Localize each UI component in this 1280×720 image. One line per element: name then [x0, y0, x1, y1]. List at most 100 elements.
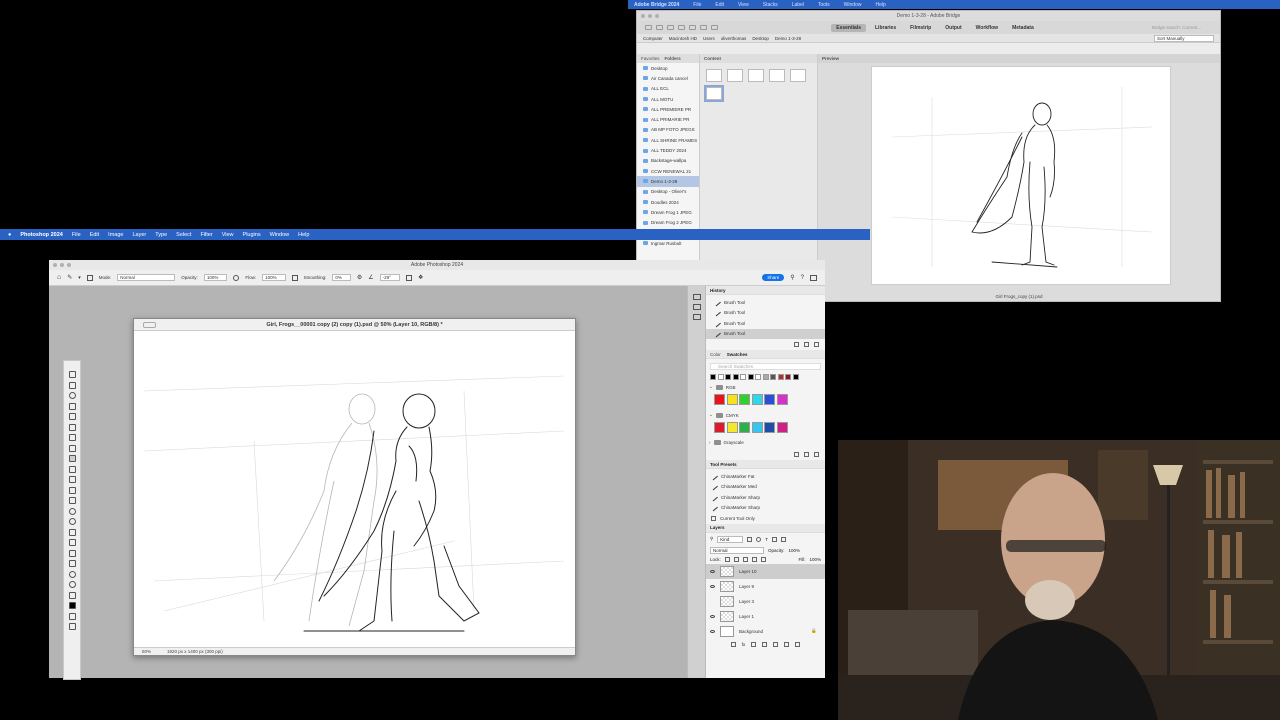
healing-tool-icon[interactable] [68, 444, 76, 452]
symmetry-icon[interactable]: ❖ [418, 274, 423, 281]
lock-position-icon[interactable] [742, 556, 748, 562]
breadcrumb-item[interactable]: Macintosh HD [669, 36, 697, 41]
canvas[interactable] [134, 331, 575, 647]
folder-item[interactable]: ALL ECL [637, 84, 699, 94]
workspace-output[interactable]: Output [940, 24, 966, 32]
blur-tool-icon[interactable] [68, 507, 76, 515]
search-icon[interactable]: ⚲ [790, 274, 794, 281]
swatch[interactable] [726, 422, 738, 433]
preview-image[interactable] [871, 66, 1171, 285]
menu-filter[interactable]: Filter [200, 232, 212, 238]
zoom-tool-icon[interactable] [68, 581, 76, 588]
swatch[interactable] [751, 394, 763, 405]
menu-help[interactable]: Help [298, 232, 309, 238]
pressure-size-icon[interactable] [405, 274, 412, 281]
filter-shape-icon[interactable] [772, 536, 778, 542]
lock-artboard-icon[interactable] [751, 556, 757, 562]
frame-tool-icon[interactable] [68, 423, 76, 431]
dodge-tool-icon[interactable] [68, 518, 76, 525]
swatch[interactable] [776, 422, 788, 433]
folder-item[interactable]: ALL PRIMARIE PR [637, 114, 699, 124]
swatch[interactable] [739, 394, 750, 405]
new-layer-icon[interactable] [784, 641, 790, 647]
forward-icon[interactable] [656, 25, 663, 30]
tab-content[interactable]: Content [704, 56, 721, 61]
trash-icon[interactable] [814, 452, 819, 457]
swatch[interactable] [785, 374, 791, 380]
bridge-menu-window[interactable]: Window [844, 2, 862, 8]
adjustment-layer-icon[interactable] [762, 641, 768, 647]
tab-swatches[interactable]: Swatches [727, 352, 748, 357]
edit-toolbar-icon[interactable] [68, 591, 76, 599]
breadcrumb-item[interactable]: Demo 1-3-28 [775, 36, 801, 41]
mode-dropdown[interactable]: Normal [117, 274, 176, 281]
window-controls[interactable] [641, 14, 659, 18]
trash-icon[interactable] [814, 342, 819, 347]
tool-preset-item[interactable]: ChinaMarker Med [706, 482, 825, 493]
tab-tool-presets[interactable]: Tool Presets [710, 462, 737, 467]
swatch[interactable] [764, 422, 775, 433]
tab-favorites[interactable]: Favorites [641, 56, 660, 61]
recent-icon[interactable] [667, 25, 674, 30]
breadcrumb-item[interactable]: Users [703, 36, 715, 41]
workspace-icon[interactable] [810, 274, 817, 281]
filter-pixel-icon[interactable] [747, 536, 753, 542]
document-info[interactable]: 1920 px x 1400 px (300 ppi) [167, 649, 223, 654]
folder-item[interactable]: CCW RENEWAL 21 [637, 166, 699, 176]
swatch[interactable] [717, 374, 724, 380]
layer-row[interactable]: Layer 9 [706, 579, 825, 594]
workspace-metadata[interactable]: Metadata [1007, 24, 1039, 32]
tab-layers[interactable]: Layers [710, 525, 725, 530]
swatch[interactable] [714, 394, 725, 405]
layer-row[interactable]: Layer 3 [706, 594, 825, 609]
menu-view[interactable]: View [222, 232, 234, 238]
content-thumbnail[interactable] [748, 69, 764, 82]
document-tab[interactable]: Girl, Frogs__00001 copy (2) copy (1).psd… [134, 319, 575, 331]
rotate-left-icon[interactable] [700, 25, 707, 30]
link-layers-icon[interactable] [730, 641, 736, 647]
bridge-menu-view[interactable]: View [738, 2, 749, 8]
tab-preview[interactable]: Preview [822, 56, 839, 61]
zoom-level[interactable]: 50% [142, 649, 151, 654]
opacity-field[interactable]: 100% [203, 274, 228, 281]
history-item[interactable]: Brush Tool [706, 308, 825, 319]
folder-item[interactable]: Dream Frog 1 JPEG [637, 207, 699, 217]
window-controls[interactable] [53, 263, 71, 267]
folder-item[interactable]: Doodles 2024 [637, 197, 699, 207]
menu-image[interactable]: Image [108, 232, 123, 238]
hand-tool-icon[interactable] [68, 570, 76, 578]
visibility-eye-icon[interactable] [710, 584, 715, 588]
bridge-menu-edit[interactable]: Edit [715, 2, 724, 8]
menu-select[interactable]: Select [176, 232, 191, 238]
swatch[interactable] [739, 422, 750, 433]
gradient-tool-icon[interactable] [68, 497, 76, 504]
airbrush-icon[interactable] [291, 274, 298, 281]
camera-icon[interactable] [678, 25, 685, 30]
brush-tool-icon[interactable]: ✎ [67, 274, 72, 281]
folder-item[interactable]: ALL TEDDY 2024 [637, 145, 699, 155]
breadcrumb-item[interactable]: Computer [643, 36, 663, 41]
swatch[interactable] [777, 374, 784, 380]
workspace-filmstrip[interactable]: Filmstrip [905, 24, 936, 32]
filter-type-icon[interactable]: T [765, 537, 768, 542]
menu-plugins[interactable]: Plugins [243, 232, 261, 238]
bridge-search-input[interactable]: Bridge search: Current... [1152, 25, 1212, 30]
swatch-group-rgb[interactable]: ⌄ RGB [706, 380, 825, 391]
current-tool-only-checkbox[interactable]: Current Tool Only [706, 513, 825, 524]
history-item[interactable]: Brush Tool [706, 297, 825, 308]
move-tool-icon[interactable] [68, 371, 76, 378]
swatch[interactable] [714, 422, 725, 433]
swatch-group-grayscale[interactable]: › Grayscale [706, 436, 825, 446]
lock-all-icon[interactable] [760, 556, 766, 562]
folder-item[interactable]: ALL PREMIERE PR [637, 104, 699, 114]
layer-row[interactable]: Layer 1 [706, 609, 825, 624]
content-thumbnail[interactable] [790, 69, 806, 82]
type-tool-icon[interactable] [68, 539, 76, 546]
help-icon[interactable]: ? [801, 275, 804, 281]
clone-stamp-tool-icon[interactable] [68, 465, 76, 473]
fill-field[interactable]: 100% [809, 557, 821, 562]
path-select-tool-icon[interactable] [68, 549, 76, 557]
breadcrumb-item[interactable]: Desktop [752, 36, 769, 41]
pen-tool-icon[interactable] [68, 528, 76, 536]
swatch[interactable] [751, 422, 763, 433]
